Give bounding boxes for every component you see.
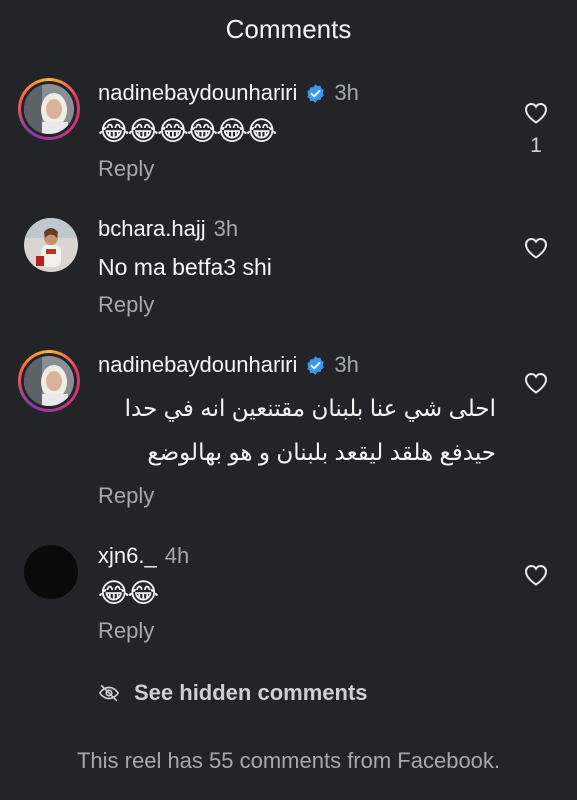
heart-icon[interactable] — [524, 372, 548, 394]
reply-button[interactable]: Reply — [98, 483, 154, 509]
avatar[interactable] — [18, 78, 80, 140]
heart-icon[interactable] — [524, 237, 548, 259]
verified-badge-icon — [307, 83, 325, 103]
comment-time: 3h — [213, 216, 239, 241]
heart-icon[interactable] — [524, 564, 548, 586]
comment-text: No ma betfa3 shi — [98, 254, 272, 280]
avatar[interactable] — [24, 218, 78, 272]
comment-time: 4h — [164, 543, 190, 568]
heart-icon[interactable] — [524, 102, 548, 124]
comment-text: 😂😂😂😂😂😂 — [98, 116, 277, 146]
comment-text: احلى شي عنا بلبنان مقتنعين انه في حدا حي… — [124, 395, 496, 465]
avatar[interactable] — [18, 350, 80, 412]
reply-button[interactable]: Reply — [98, 156, 154, 182]
page-title: Comments — [225, 14, 352, 44]
comment-username[interactable]: nadinebaydounhariri — [98, 352, 297, 378]
like-count: 1 — [530, 134, 542, 157]
comment-time: 3h — [334, 80, 359, 105]
see-hidden-comments-label: See hidden comments — [134, 680, 368, 705]
eye-off-icon — [98, 684, 120, 702]
comment-text: 😂😂 — [98, 578, 159, 608]
comment-username[interactable]: xjn6._ — [98, 543, 157, 569]
comment-username[interactable]: nadinebaydounhariri — [98, 80, 297, 106]
comments-source-note: This reel has 55 comments from Facebook. — [76, 748, 501, 773]
comment-username[interactable]: bchara.hajj — [98, 216, 206, 242]
reply-button[interactable]: Reply — [98, 292, 154, 318]
verified-badge-icon — [307, 355, 325, 375]
comment-time: 3h — [334, 352, 359, 377]
avatar[interactable] — [24, 545, 78, 599]
reply-button[interactable]: Reply — [98, 618, 154, 644]
see-hidden-comments-button[interactable]: See hidden comments — [98, 680, 368, 706]
